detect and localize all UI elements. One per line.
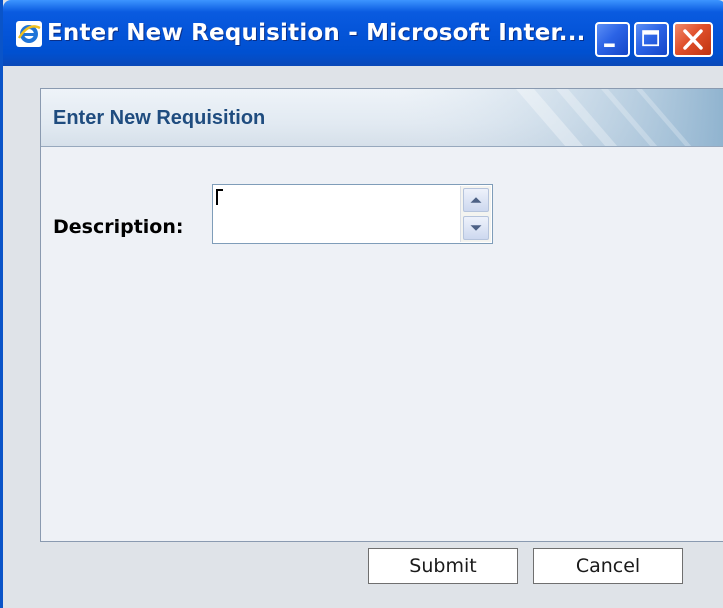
- arrow-up-icon: [470, 197, 482, 203]
- scroll-up-button[interactable]: [463, 188, 489, 212]
- title-bar[interactable]: Enter New Requisition - Microsoft Inter.…: [3, 0, 723, 66]
- internet-explorer-icon: [16, 21, 42, 47]
- window-title: Enter New Requisition - Microsoft Inter.…: [47, 20, 586, 46]
- scroll-down-button[interactable]: [463, 216, 489, 240]
- text-caret: [216, 189, 223, 205]
- panel-title: Enter New Requisition: [53, 107, 266, 129]
- description-label: Description:: [53, 216, 184, 238]
- maximize-button[interactable]: [634, 22, 669, 57]
- browser-window: Enter New Requisition - Microsoft Inter.…: [0, 0, 723, 608]
- close-button[interactable]: [673, 22, 713, 57]
- minimize-icon: [604, 43, 615, 48]
- arrow-down-icon: [470, 225, 482, 231]
- description-textarea[interactable]: [213, 185, 456, 243]
- close-icon: [683, 29, 703, 50]
- minimize-button[interactable]: [595, 22, 630, 57]
- requisition-panel: Enter New Requisition Description:: [40, 88, 723, 542]
- maximize-icon: [642, 30, 660, 47]
- dialog-client-area: Enter New Requisition Description: Submi…: [6, 66, 723, 608]
- header-decoration: [396, 89, 723, 146]
- cancel-button[interactable]: Cancel: [533, 548, 683, 584]
- description-scrollbar[interactable]: [460, 186, 491, 242]
- submit-button[interactable]: Submit: [368, 548, 518, 584]
- description-field[interactable]: [212, 184, 493, 244]
- panel-header: Enter New Requisition: [41, 89, 723, 147]
